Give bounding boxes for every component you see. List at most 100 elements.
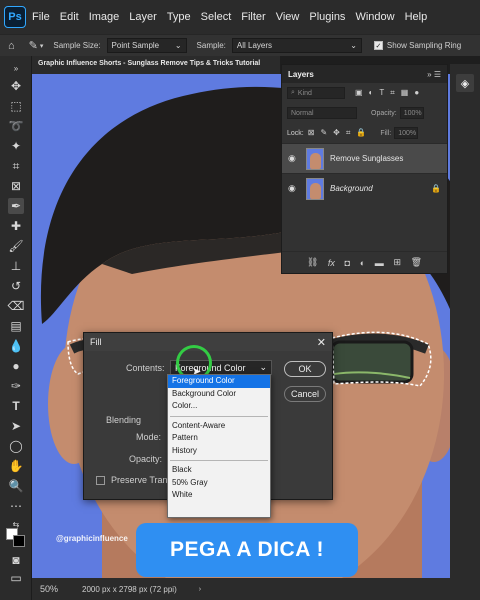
add-mask-icon[interactable]: ◘ xyxy=(345,258,350,268)
opacity-label: Opacity: xyxy=(371,109,397,117)
screen-mode-icon[interactable]: ▭ xyxy=(8,570,24,586)
option-history[interactable]: History xyxy=(168,445,270,458)
ellipse-tool-icon[interactable]: ◯ xyxy=(8,438,24,454)
fill-field[interactable]: 100% xyxy=(394,127,419,139)
layer-thumbnail xyxy=(306,177,324,200)
menu-help[interactable]: Help xyxy=(405,11,428,23)
eye-icon[interactable]: ◉ xyxy=(288,153,300,164)
lasso-tool-icon[interactable]: ➰ xyxy=(8,118,24,134)
dodge-tool-icon[interactable]: ● xyxy=(8,358,24,374)
menu-layer[interactable]: Layer xyxy=(129,11,157,23)
menu-edit[interactable]: Edit xyxy=(60,11,79,23)
zoom-level[interactable]: 50% xyxy=(40,584,58,594)
history-brush-tool-icon[interactable]: ↺ xyxy=(8,278,24,294)
search-icon: ⌕ xyxy=(291,89,295,96)
checkmark-icon: ✓ xyxy=(373,41,383,50)
adjustment-layer-icon[interactable]: ◐ xyxy=(360,258,365,268)
menu-type[interactable]: Type xyxy=(167,11,191,23)
brush-tool-icon[interactable]: 🖌 xyxy=(8,238,24,254)
delete-layer-icon[interactable]: 🗑 xyxy=(411,257,422,268)
option-pattern[interactable]: Pattern xyxy=(168,432,270,445)
layer-filter-search[interactable]: ⌕ Kind xyxy=(287,87,345,99)
frame-tool-icon[interactable]: ⊠ xyxy=(8,178,24,194)
close-icon[interactable]: ✕ xyxy=(317,336,326,349)
lock-icons[interactable]: ⊠✎✥⌗🔒 xyxy=(308,128,373,138)
contents-label: Contents: xyxy=(126,363,165,373)
link-layers-icon[interactable]: ⛓ xyxy=(307,257,318,268)
layer-thumbnail xyxy=(306,147,324,170)
eraser-tool-icon[interactable]: ⌫ xyxy=(8,298,25,314)
crop-tool-icon[interactable]: ⌗ xyxy=(8,158,24,174)
new-group-icon[interactable]: ▬ xyxy=(375,258,384,268)
chevron-down-icon: ⌄ xyxy=(174,41,182,50)
menu-select[interactable]: Select xyxy=(201,11,232,23)
menu-filter[interactable]: Filter xyxy=(241,11,265,23)
menu-view[interactable]: View xyxy=(276,11,300,23)
sample-select[interactable]: All Layers ⌄ xyxy=(231,38,362,53)
tools-panel: » ✥ ⬚ ➰ ✦ ⌗ ⊠ ✒ ✚ 🖌 ⊥ ↺ ⌫ ▤ 💧 ● ✑ T ➤ ◯ … xyxy=(0,56,32,600)
zoom-tool-icon[interactable]: 🔍 xyxy=(8,478,24,494)
menu-plugins[interactable]: Plugins xyxy=(309,11,345,23)
type-tool-icon[interactable]: T xyxy=(8,398,24,414)
more-tools-icon[interactable]: ⋯ xyxy=(8,498,24,514)
layer-remove-sunglasses[interactable]: ◉ Remove Sunglasses xyxy=(282,143,447,173)
move-tool-icon[interactable]: ✥ xyxy=(8,78,24,94)
option-background-color[interactable]: Background Color xyxy=(168,388,270,401)
marquee-tool-icon[interactable]: ⬚ xyxy=(8,98,24,114)
home-icon[interactable]: ⌂ xyxy=(8,40,15,52)
menu-image[interactable]: Image xyxy=(89,11,120,23)
layer-background[interactable]: ◉ Background 🔒 xyxy=(282,173,447,203)
sampling-ring-checkbox[interactable]: ✓ Show Sampling Ring xyxy=(373,41,461,50)
option-50-gray[interactable]: 50% Gray xyxy=(168,477,270,490)
opacity-field[interactable]: 100% xyxy=(399,107,424,119)
document-tab[interactable]: Graphic Influence Shorts - Sunglass Remo… xyxy=(32,56,280,74)
path-selection-tool-icon[interactable]: ➤ xyxy=(8,418,24,434)
document-info: 2000 px x 2798 px (72 ppi) xyxy=(82,584,177,594)
tool-preset-chevron-icon[interactable]: ▾ xyxy=(40,42,44,50)
clone-stamp-tool-icon[interactable]: ⊥ xyxy=(8,258,24,274)
menu-file[interactable]: File xyxy=(32,11,50,23)
option-color[interactable]: Color... xyxy=(168,400,270,413)
layers-panel: Layers » ☰ ⌕ Kind ▣◐T⌗▦● Normal Opacity:… xyxy=(281,64,448,274)
blur-tool-icon[interactable]: 💧 xyxy=(8,338,24,354)
watermark: @graphicinfluence xyxy=(56,534,128,543)
cancel-button[interactable]: Cancel xyxy=(284,386,326,402)
blend-mode-select[interactable]: Normal xyxy=(287,107,357,119)
dialog-title: Fill xyxy=(90,337,102,347)
option-foreground-color[interactable]: Foreground Color xyxy=(168,375,270,388)
chevron-right-icon[interactable]: › xyxy=(199,586,201,593)
quick-mask-icon[interactable]: ◙ xyxy=(8,552,24,568)
panel-collapse-icon[interactable]: » xyxy=(8,60,24,76)
gradient-tool-icon[interactable]: ▤ xyxy=(8,318,24,334)
eyedropper-tool-icon[interactable]: ✎ xyxy=(29,39,38,52)
option-white[interactable]: White xyxy=(168,489,270,502)
option-content-aware[interactable]: Content-Aware xyxy=(168,420,270,433)
fill-label: Fill: xyxy=(380,129,392,137)
separator xyxy=(170,415,268,417)
sample-label: Sample: xyxy=(196,41,226,50)
ok-button[interactable]: OK xyxy=(284,361,326,377)
healing-brush-tool-icon[interactable]: ✚ xyxy=(8,218,24,234)
preserve-transparency-checkbox[interactable]: Preserve Transparency xyxy=(96,475,167,485)
photoshop-logo[interactable]: Ps xyxy=(4,6,26,28)
menu-window[interactable]: Window xyxy=(355,11,394,23)
option-black[interactable]: Black xyxy=(168,464,270,477)
sample-size-select[interactable]: Point Sample ⌄ xyxy=(106,38,187,53)
menu-bar: Ps File Edit Image Layer Type Select Fil… xyxy=(0,0,480,34)
fx-icon[interactable]: fx xyxy=(328,258,335,268)
eye-icon[interactable]: ◉ xyxy=(288,183,300,194)
hand-tool-icon[interactable]: ✋ xyxy=(8,458,24,474)
layer-filter-icons[interactable]: ▣◐T⌗▦● xyxy=(355,88,425,98)
blending-label: Blending xyxy=(106,415,142,425)
pen-tool-icon[interactable]: ✑ xyxy=(8,378,24,394)
new-layer-icon[interactable]: ⊞ xyxy=(393,257,401,268)
panel-menu-icon[interactable]: » ☰ xyxy=(427,70,441,79)
options-bar: ⌂ ✎ ▾ Sample Size: Point Sample ⌄ Sample… xyxy=(0,34,480,56)
checkbox-icon xyxy=(96,475,105,485)
background-color-swatch[interactable] xyxy=(13,535,25,547)
layers-tab[interactable]: Layers xyxy=(288,70,314,79)
layers-panel-icon[interactable]: ◈ xyxy=(456,74,474,92)
quick-select-tool-icon[interactable]: ✦ xyxy=(8,138,24,154)
eyedropper-tool-icon[interactable]: ✒ xyxy=(8,198,24,214)
overlay-banner: PEGA A DICA ! xyxy=(136,523,358,577)
